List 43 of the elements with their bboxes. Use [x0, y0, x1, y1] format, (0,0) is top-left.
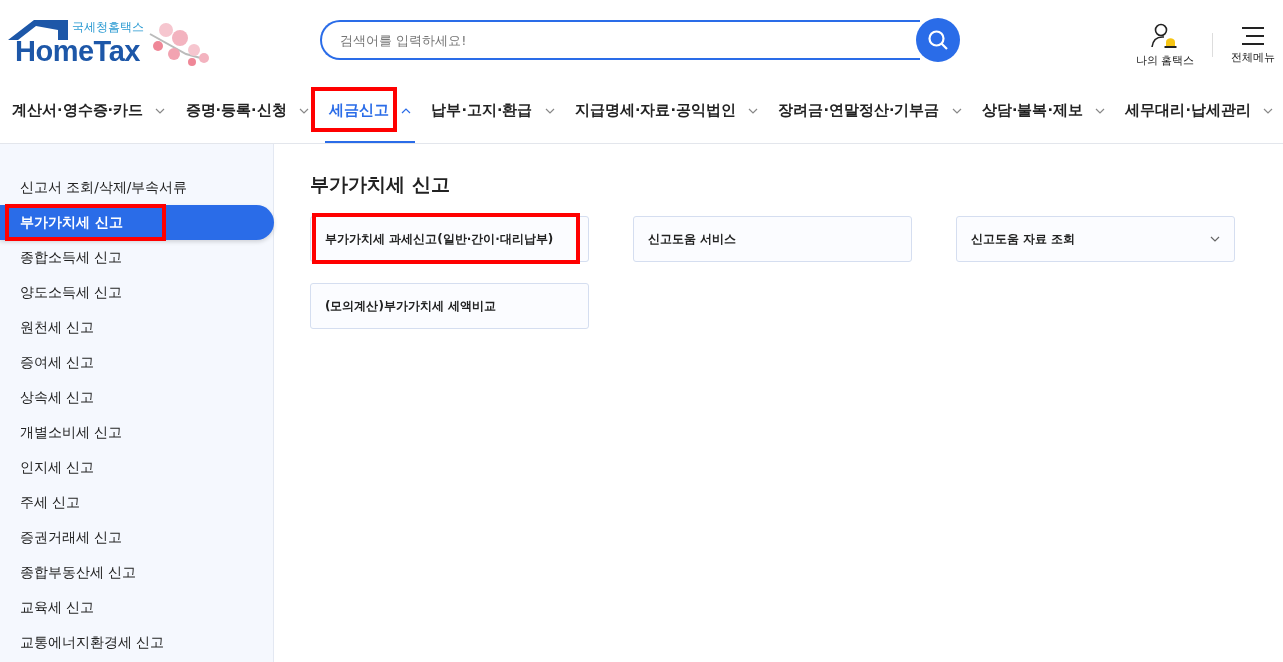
sidebar-item[interactable]: 교육세 신고 [0, 590, 274, 625]
sidebar-item[interactable]: 신고서 조회/삭제/부속서류 [0, 170, 274, 205]
user-bell-icon [1149, 22, 1180, 49]
caret-icon [298, 107, 309, 114]
caret-icon [544, 107, 555, 114]
all-menu-button[interactable]: 전체메뉴 [1231, 25, 1275, 65]
nav-tab[interactable]: 세금신고 [325, 80, 415, 143]
sidebar-item[interactable]: 양도소득세 신고 [0, 275, 274, 310]
search-icon [927, 29, 949, 51]
chevron-down-icon [1210, 236, 1220, 242]
search-field[interactable]: 검색어를 입력하세요! [320, 20, 920, 60]
logo-subtitle: 국세청홈택스 [72, 20, 144, 35]
sidebar-item[interactable]: 교통에너지환경세 신고 [0, 625, 274, 660]
caret-icon [401, 107, 411, 114]
sidebar-item[interactable]: 개별소비세 신고 [0, 415, 274, 450]
nav-tab[interactable]: 장려금·연말정산·기부금 [774, 80, 966, 143]
caret-icon [1263, 107, 1273, 114]
menu-icon [1241, 25, 1265, 46]
hometax-logo[interactable]: 국세청홈택스 HomeTax [8, 18, 218, 68]
sidebar-item[interactable]: 종합소득세 신고 [0, 240, 274, 275]
menu-card[interactable]: (모의계산)부가가치세 세액비교 [310, 283, 589, 329]
caret-icon [1095, 107, 1105, 114]
caret-icon [951, 107, 962, 114]
menu-card[interactable]: 신고도움 자료 조회 [956, 216, 1235, 262]
nav-tab[interactable]: 계산서·영수증·카드 [8, 80, 170, 143]
nav-tab[interactable]: 지급명세·자료·공익법인 [570, 80, 762, 143]
sidebar-item[interactable]: 종합부동산세 신고 [0, 555, 274, 590]
caret-icon [155, 107, 166, 114]
nav-tab[interactable]: 세무대리·납세관리 [1121, 80, 1277, 143]
sidebar-item[interactable]: 주세 신고 [0, 485, 274, 520]
section-title: 부가가치세 신고 [310, 172, 451, 197]
caret-icon [748, 107, 758, 114]
sidebar-item[interactable]: 원천세 신고 [0, 310, 274, 345]
nav-tab[interactable]: 상담·불복·제보 [977, 80, 1109, 143]
sidebar-item[interactable]: 증권거래세 신고 [0, 520, 274, 555]
nav-tab[interactable]: 납부·고지·환급 [427, 80, 559, 143]
nav-tab[interactable]: 증명·등록·신청 [181, 80, 313, 143]
logo-name: HomeTax [15, 36, 140, 66]
sidebar-item[interactable]: 인지세 신고 [0, 450, 274, 485]
sidebar-item[interactable]: 상속세 신고 [0, 380, 274, 415]
sidebar-item[interactable]: 증여세 신고 [0, 345, 274, 380]
menu-card[interactable]: 신고도움 서비스 [633, 216, 912, 262]
my-hometax-button[interactable]: 나의 홈택스 [1135, 22, 1194, 68]
